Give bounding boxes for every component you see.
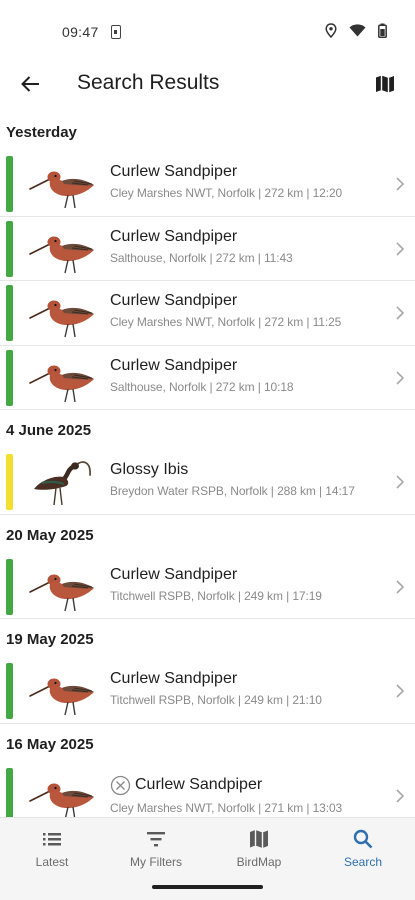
gesture-bar[interactable] <box>152 885 263 889</box>
sighting-details: Salthouse, Norfolk | 272 km | 10:18 <box>110 379 294 394</box>
glossy-ibis-image <box>28 455 98 509</box>
back-button[interactable] <box>14 68 46 100</box>
nav-label: BirdMap <box>236 855 282 869</box>
species-name-line: Curlew Sandpiper <box>110 292 381 310</box>
species-name: Curlew Sandpiper <box>135 776 263 793</box>
result-row[interactable]: Glossy Ibis Breydon Water RSPB, Norfolk … <box>0 450 415 515</box>
sim-icon <box>111 25 121 39</box>
rarity-indicator <box>6 767 13 817</box>
species-name-line: Curlew Sandpiper <box>110 163 381 181</box>
rarity-indicator <box>6 558 13 615</box>
status-time: 09:47 <box>62 24 99 40</box>
date-header: 20 May 2025 <box>6 526 94 544</box>
rarity-indicator <box>6 349 13 406</box>
species-name: Curlew Sandpiper <box>110 163 238 180</box>
chevron-right-icon <box>396 177 405 191</box>
species-name-line: Curlew Sandpiper <box>110 566 381 584</box>
page-title: Search Results <box>77 71 220 94</box>
status-icons <box>325 23 387 38</box>
wifi-icon <box>349 24 366 37</box>
map-view-button[interactable] <box>369 68 401 100</box>
chevron-right-icon <box>396 579 405 594</box>
map-icon <box>376 75 394 93</box>
chevron-right-icon <box>396 241 405 256</box>
search-icon <box>353 829 373 849</box>
chevron-right-icon <box>396 684 405 698</box>
row-text: Curlew Sandpiper Titchwell RSPB, Norfolk… <box>110 670 381 707</box>
species-name-line: Curlew Sandpiper <box>110 228 381 246</box>
location-icon <box>325 23 337 38</box>
curlew-sandpiper-image <box>28 157 98 211</box>
date-header: Yesterday <box>6 124 77 141</box>
row-text: Curlew Sandpiper Cley Marshes NWT, Norfo… <box>110 292 381 329</box>
sighting-details: Titchwell RSPB, Norfolk | 249 km | 17:19 <box>110 588 322 603</box>
chevron-right-icon <box>396 370 405 385</box>
sighting-details: Breydon Water RSPB, Norfolk | 288 km | 1… <box>110 484 355 498</box>
species-name: Curlew Sandpiper <box>110 227 238 245</box>
filter-icon <box>147 832 165 847</box>
sighting-details: Cley Marshes NWT, Norfolk | 272 km | 11:… <box>110 315 342 329</box>
result-row[interactable]: Curlew Sandpiper Cley Marshes NWT, Norfo… <box>0 281 415 346</box>
sighting-details: Cley Marshes NWT, Norfolk | 272 km | 12:… <box>110 186 343 200</box>
sighting-details: Salthouse, Norfolk | 272 km | 11:43 <box>110 250 293 265</box>
curlew-sandpiper-image <box>28 351 98 405</box>
species-name-line: Curlew Sandpiper <box>110 357 381 375</box>
sighting-details: Titchwell RSPB, Norfolk | 249 km | 21:10 <box>110 693 322 707</box>
rarity-indicator <box>6 454 13 510</box>
battery-icon <box>378 23 387 38</box>
result-row[interactable]: Curlew Sandpiper Salthouse, Norfolk | 27… <box>0 217 415 281</box>
list-icon <box>43 833 61 846</box>
row-text: Curlew Sandpiper Salthouse, Norfolk | 27… <box>110 228 381 265</box>
rarity-indicator <box>6 156 13 212</box>
rarity-indicator <box>6 663 13 719</box>
curlew-sandpiper-image <box>28 222 98 276</box>
row-text: Curlew Sandpiper Cley Marshes NWT, Norfo… <box>110 163 381 200</box>
result-row[interactable]: Curlew Sandpiper Cley Marshes NWT, Norfo… <box>0 152 415 217</box>
species-name: Curlew Sandpiper <box>110 565 238 583</box>
date-header: 16 May 2025 <box>6 735 94 753</box>
curlew-sandpiper-image <box>28 560 98 614</box>
app-bar: Search Results <box>0 56 415 112</box>
date-header: 19 May 2025 <box>6 631 94 648</box>
species-name: Curlew Sandpiper <box>110 670 238 687</box>
result-row[interactable]: Curlew Sandpiper Titchwell RSPB, Norfolk… <box>0 555 415 619</box>
result-row[interactable]: Curlew Sandpiper Titchwell RSPB, Norfolk… <box>0 659 415 724</box>
species-name-line: Curlew Sandpiper <box>110 775 381 796</box>
results-list[interactable]: Yesterday Curlew Sandpiper Cley Marshes … <box>0 112 415 817</box>
nav-search[interactable]: Search <box>313 828 413 869</box>
status-bar: 09:47 <box>0 0 415 56</box>
curlew-sandpiper-image <box>28 286 98 340</box>
date-header: 4 June 2025 <box>6 422 92 439</box>
chevron-right-icon <box>396 475 405 489</box>
curlew-sandpiper-image <box>28 664 98 718</box>
species-name-line: Glossy Ibis <box>110 461 381 479</box>
species-name-line: Curlew Sandpiper <box>110 670 381 688</box>
row-text: Curlew Sandpiper Titchwell RSPB, Norfolk… <box>110 566 381 603</box>
species-name: Curlew Sandpiper <box>110 356 238 374</box>
row-text: Curlew Sandpiper Cley Marshes NWT, Norfo… <box>110 775 381 815</box>
result-row[interactable]: Curlew Sandpiper Cley Marshes NWT, Norfo… <box>0 764 415 817</box>
row-text: Curlew Sandpiper Salthouse, Norfolk | 27… <box>110 357 381 394</box>
sighting-details: Cley Marshes NWT, Norfolk | 271 km | 13:… <box>110 800 343 815</box>
map-icon <box>250 830 268 848</box>
row-text: Glossy Ibis Breydon Water RSPB, Norfolk … <box>110 461 381 498</box>
chevron-right-icon <box>396 306 405 320</box>
cancelled-icon <box>110 775 131 795</box>
curlew-sandpiper-image <box>28 769 98 817</box>
nav-latest[interactable]: Latest <box>2 828 102 869</box>
nav-label: Latest <box>35 855 69 869</box>
nav-label: Search <box>343 855 383 869</box>
rarity-indicator <box>6 285 13 341</box>
back-arrow-icon <box>21 76 39 92</box>
species-name: Glossy Ibis <box>110 461 189 478</box>
nav-my-filters[interactable]: My Filters <box>106 828 206 869</box>
rarity-indicator <box>6 220 13 277</box>
nav-birdmap[interactable]: BirdMap <box>209 828 309 869</box>
species-name: Curlew Sandpiper <box>110 292 238 309</box>
nav-label: My Filters <box>130 855 182 869</box>
chevron-right-icon <box>396 788 405 803</box>
result-row[interactable]: Curlew Sandpiper Salthouse, Norfolk | 27… <box>0 346 415 410</box>
